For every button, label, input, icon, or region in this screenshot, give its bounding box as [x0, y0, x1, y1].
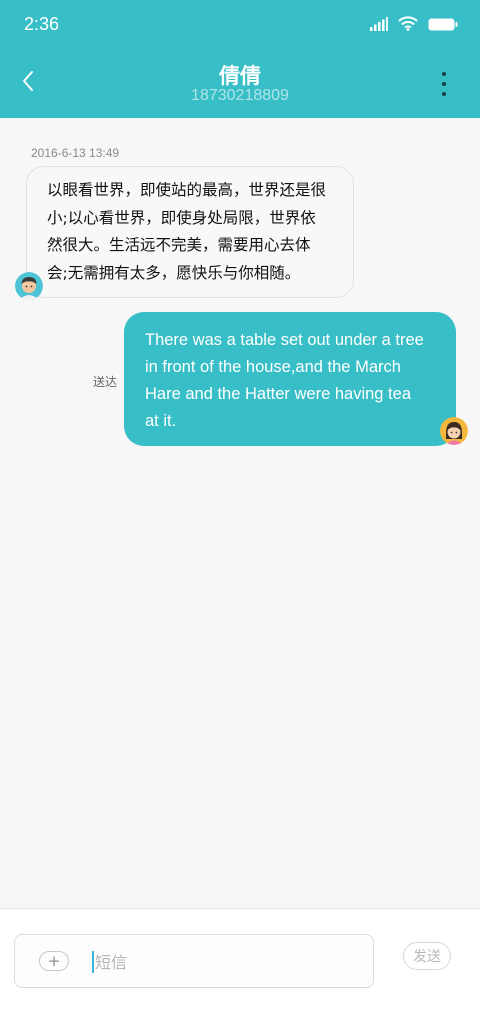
message-input[interactable]: [93, 947, 357, 977]
more-options-button[interactable]: [440, 72, 448, 96]
message-line: at it.: [145, 412, 177, 430]
status-time: 2:36: [24, 14, 60, 34]
contact-avatar[interactable]: [15, 272, 43, 300]
delivery-status: 送达: [93, 375, 118, 389]
wifi-icon: [398, 16, 418, 35]
message-line: 会;无需拥有太多，愿快乐与你相随。: [47, 263, 301, 282]
message-line: 以眼看世界，即使站的最高，世界还是很: [47, 181, 327, 199]
message-timestamp: 2016-6-13 13:49: [31, 146, 120, 160]
header-bar: 2:36 倩倩 18730218809: [0, 0, 480, 118]
message-line: 小;以心看世界，即使身处局限，世界依: [47, 208, 316, 227]
contact-number: 18730218809: [191, 87, 289, 104]
user-avatar[interactable]: [440, 417, 468, 445]
contact-name: 倩倩: [219, 64, 261, 88]
message-line: 然很大。生活远不完美，需要用心去体: [47, 236, 311, 254]
message-input-box[interactable]: +: [14, 934, 374, 988]
more-dot: [442, 82, 446, 86]
message-list[interactable]: 2016-6-13 13:49 以眼看世界，即使站的最高，世界还是很 小;以心看…: [0, 118, 480, 908]
signal-icon: [370, 16, 388, 35]
outgoing-message-bubble[interactable]: There was a table set out under a tree i…: [124, 312, 456, 446]
status-icons: [370, 16, 458, 35]
more-dot: [442, 92, 446, 96]
incoming-message-bubble[interactable]: 以眼看世界，即使站的最高，世界还是很 小;以心看世界，即使身处局限，世界依 然很…: [26, 166, 354, 298]
sms-conversation-screen: 2:36 倩倩 18730218809 2016-6-13 13:49 以眼看世…: [0, 0, 480, 1013]
composer-bar: + 发送: [0, 908, 480, 1013]
message-line: in front of the house,and the March: [145, 358, 401, 376]
message-line: There was a table set out under a tree: [145, 331, 424, 349]
message-line: Hare and the Hatter were having tea: [145, 385, 411, 403]
send-button[interactable]: 发送: [403, 942, 451, 970]
more-dot: [442, 72, 446, 76]
battery-icon: [428, 16, 458, 35]
attach-button[interactable]: +: [39, 951, 69, 971]
